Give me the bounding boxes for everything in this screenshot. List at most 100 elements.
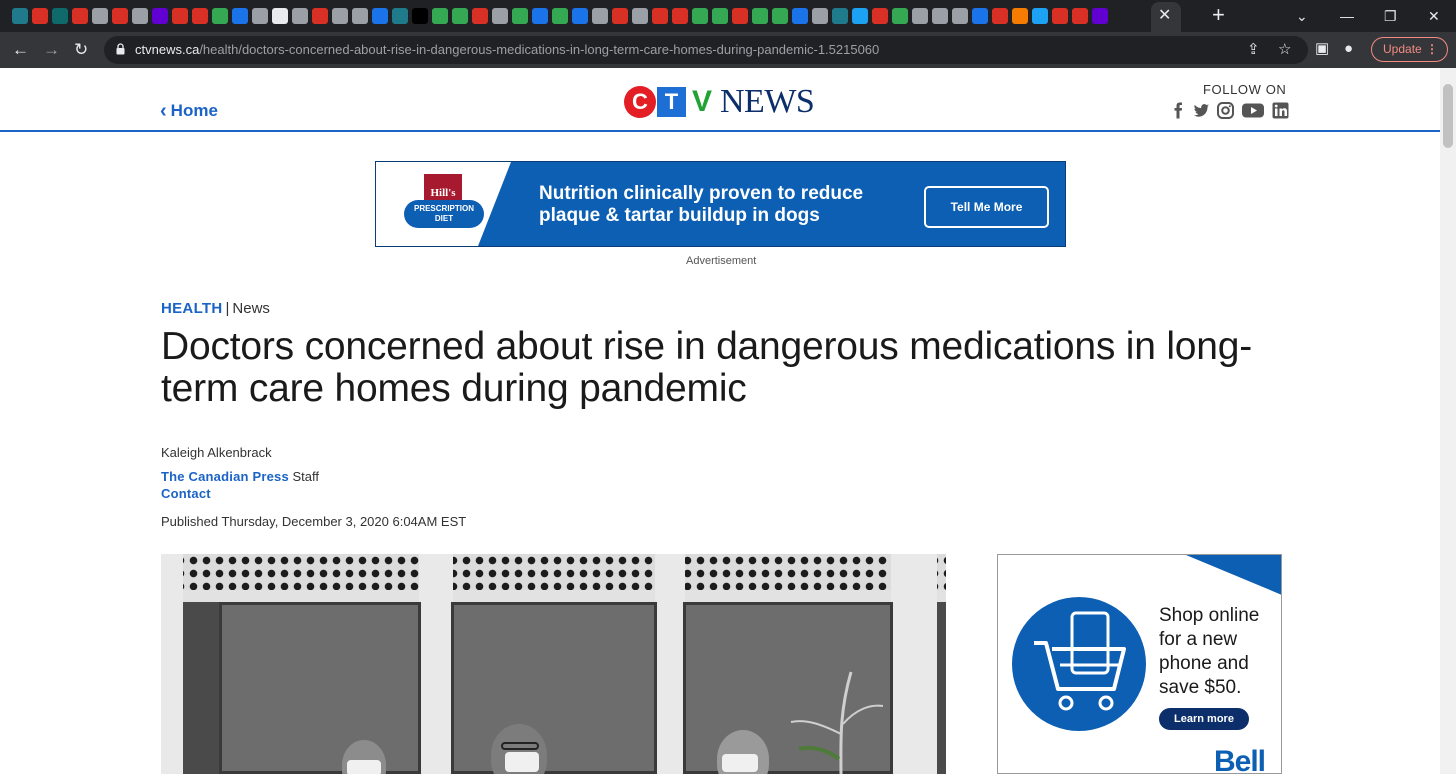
tab-favicon-icon[interactable] [492,8,508,24]
lock-icon[interactable] [116,43,125,55]
tab-favicon-icon[interactable] [372,8,388,24]
tab-favicon-icon[interactable] [972,8,988,24]
twitter-icon[interactable] [1193,102,1210,119]
share-icon[interactable]: ⇪ [1247,42,1260,58]
tab-favicon-icon[interactable] [652,8,668,24]
header-divider [0,130,1440,132]
bookmark-star-icon[interactable]: ☆ [1278,42,1291,58]
tab-favicon-icon[interactable] [472,8,488,24]
contact-link[interactable]: Contact [161,486,211,501]
window-close-icon[interactable]: ✕ [1428,6,1440,26]
tab-favicon-icon[interactable] [992,8,1008,24]
tab-favicon-icon[interactable] [792,8,808,24]
bell-logo: Bell [1214,745,1266,774]
tab-favicon-icon[interactable] [592,8,608,24]
tab-favicon-icon[interactable] [152,8,168,24]
back-icon[interactable]: ← [12,39,29,61]
tab-favicon-icon[interactable] [92,8,108,24]
org-link[interactable]: The Canadian Press [161,469,289,484]
tab-search-icon[interactable]: ⌄ [1296,6,1308,26]
tab-favicon-icon[interactable] [752,8,768,24]
tab-favicon-icon[interactable] [952,8,968,24]
side-ad[interactable]: Shop online for a new phone and save $50… [997,554,1282,774]
category-health-link[interactable]: HEALTH [161,300,223,317]
tab-favicon-icon[interactable] [672,8,688,24]
tab-favicon-icon[interactable] [772,8,788,24]
update-button[interactable]: Update ⋮ [1371,37,1448,62]
tab-favicon-icon[interactable] [72,8,88,24]
page-scrollbar[interactable] [1440,68,1456,774]
instagram-icon[interactable] [1217,102,1234,119]
tab-favicon-icon[interactable] [252,8,268,24]
tab-favicon-icon[interactable] [1012,8,1028,24]
tab-favicon-icon[interactable] [892,8,908,24]
category-news: News [232,300,270,317]
tab-favicon-icon[interactable] [512,8,528,24]
tab-favicon-icon[interactable] [932,8,948,24]
youtube-icon[interactable] [1242,102,1264,119]
tab-favicon-icon[interactable] [1032,8,1048,24]
tab-favicon-icon[interactable] [912,8,928,24]
tab-favicon-icon[interactable] [12,8,28,24]
address-bar[interactable]: ctvnews.ca/health/doctors-concerned-abou… [104,36,1308,64]
restore-icon[interactable]: ❐ [1384,6,1397,26]
tab-favicon-icon[interactable] [612,8,628,24]
home-label: Home [170,101,218,120]
banner-ad[interactable]: Hill's PRESCRIPTION DIET Nutrition clini… [375,161,1066,247]
tab-favicon-icon[interactable] [1072,8,1088,24]
linkedin-icon[interactable] [1272,102,1289,119]
hills-brand-top: Hill's [424,174,462,200]
tab-favicon-icon[interactable] [312,8,328,24]
tab-favicon-icon[interactable] [112,8,128,24]
tab-favicon-icon[interactable] [432,8,448,24]
tab-favicon-icon[interactable] [52,8,68,24]
tab-favicon-icon[interactable] [192,8,208,24]
tab-favicon-icon[interactable] [412,8,428,24]
home-link[interactable]: ‹ Home [160,101,218,121]
tab-favicon-icon[interactable] [632,8,648,24]
tab-favicon-icon[interactable] [352,8,368,24]
tab-favicon-icon[interactable] [272,8,288,24]
follow-label: FOLLOW ON [1203,82,1287,97]
tab-favicon-icon[interactable] [712,8,728,24]
new-tab-button[interactable]: + [1212,4,1225,26]
tab-favicon-icon[interactable] [812,8,828,24]
tab-favicon-icon[interactable] [832,8,848,24]
tab-favicon-icon[interactable] [872,8,888,24]
close-tab-icon[interactable]: ✕ [1158,6,1171,26]
scrollbar-thumb[interactable] [1443,84,1453,148]
profile-icon[interactable]: ● [1344,40,1353,58]
menu-dots-icon[interactable]: ⋮ [1426,38,1438,61]
tab-favicon-icon[interactable] [132,8,148,24]
article-photo[interactable] [161,554,946,774]
facebook-icon[interactable] [1170,102,1187,119]
tab-favicon-icon[interactable] [532,8,548,24]
minimize-icon[interactable]: — [1340,6,1354,26]
tab-favicon-icon[interactable] [452,8,468,24]
tab-favicon-icon[interactable] [1052,8,1068,24]
tab-favicon-icon[interactable] [172,8,188,24]
ctv-news-logo[interactable]: C T V NEWS [624,83,815,120]
tab-favicon-icon[interactable] [732,8,748,24]
tab-favicon-icon[interactable] [692,8,708,24]
logo-c: C [624,86,656,118]
tab-favicon-icon[interactable] [32,8,48,24]
tab-favicon-icon[interactable] [232,8,248,24]
reload-icon[interactable]: ↻ [74,39,88,61]
side-ad-learn-more-button[interactable]: Learn more [1159,708,1249,730]
side-ad-circle [1012,597,1146,731]
tab-favicon-icon[interactable] [572,8,588,24]
tab-favicon-icon[interactable] [1092,8,1108,24]
logo-v: V [691,85,712,118]
tab-favicon-icon[interactable] [552,8,568,24]
tab-favicon-icon[interactable] [392,8,408,24]
tab-favicon-icon[interactable] [212,8,228,24]
photo-pillar [161,554,183,774]
tab-favicon-icon[interactable] [332,8,348,24]
tab-favicon-icon[interactable] [292,8,308,24]
forward-icon[interactable]: → [43,39,60,61]
url-text[interactable]: ctvnews.ca/health/doctors-concerned-abou… [135,42,879,57]
tab-favicon-icon[interactable] [852,8,868,24]
banner-ad-cta-button[interactable]: Tell Me More [924,186,1049,228]
side-panel-icon[interactable]: ▣ [1315,40,1329,58]
